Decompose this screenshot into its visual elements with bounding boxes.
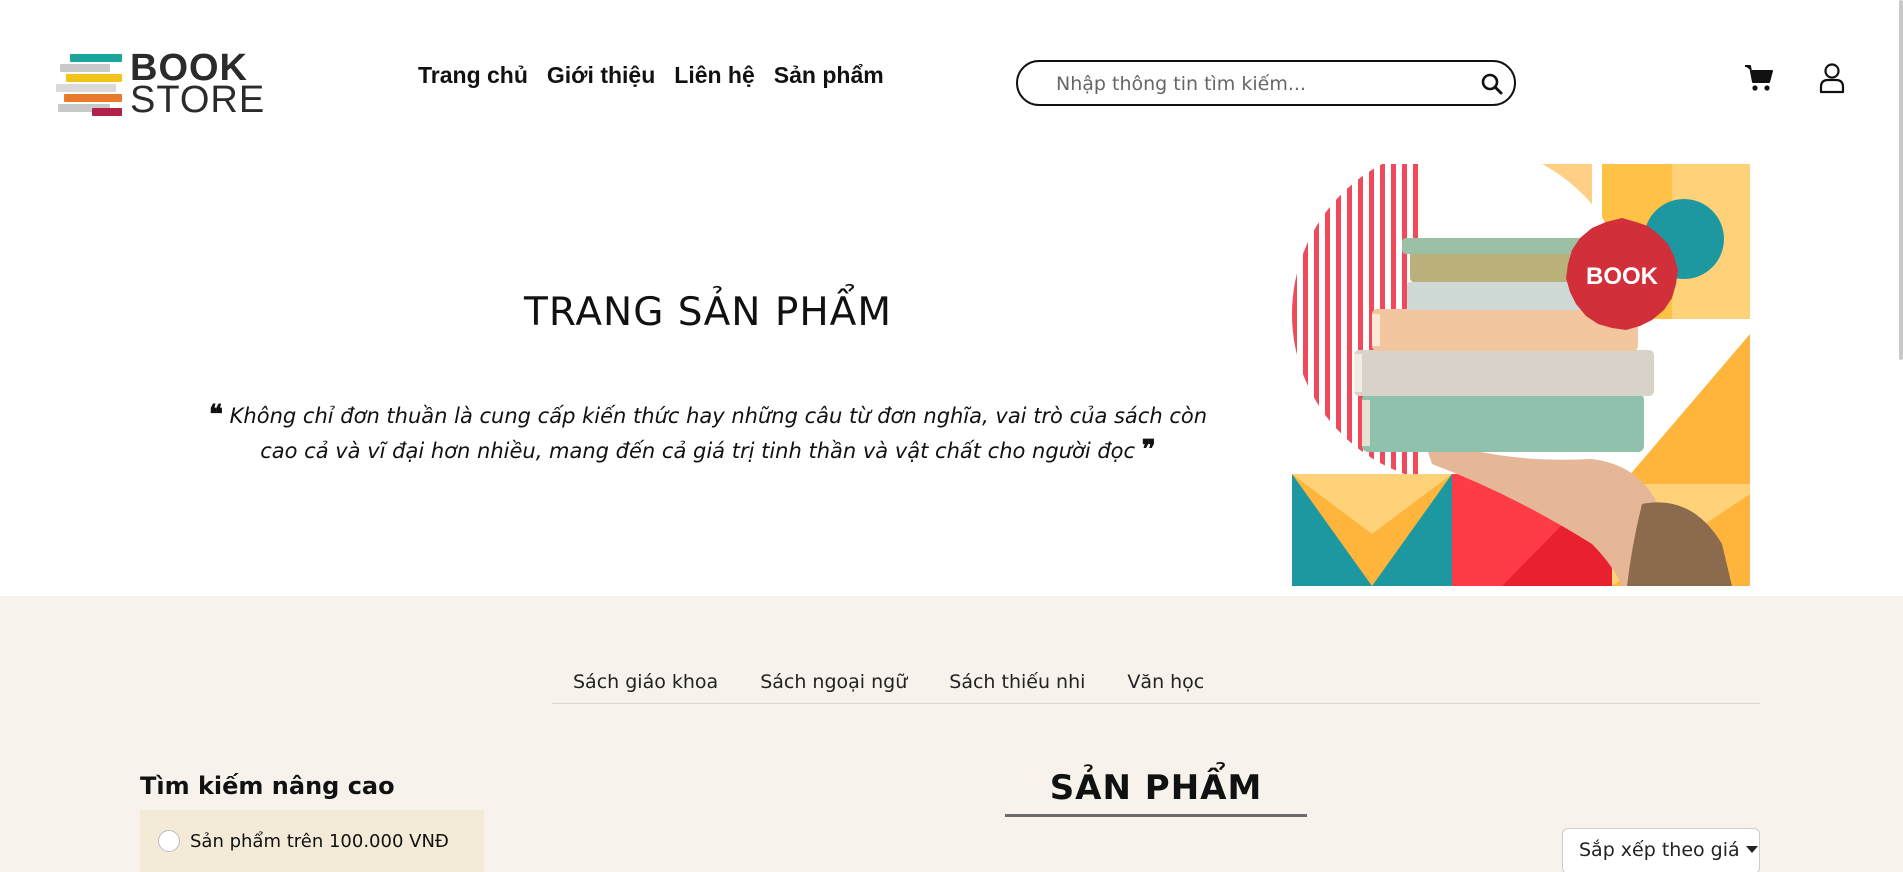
cart-icon[interactable]	[1744, 64, 1774, 92]
filter-option[interactable]: Sản phẩm trên 100.000 VNĐ	[158, 830, 449, 852]
nav-about[interactable]: Giới thiệu	[547, 62, 655, 89]
category-tabs: Sách giáo khoa Sách ngoại ngữ Sách thiếu…	[552, 670, 1760, 704]
search-input[interactable]	[1056, 71, 1456, 97]
hero-quote: ❝ Không chỉ đơn thuần là cung cấp kiến t…	[200, 398, 1216, 468]
brand-name: BOOK STORE	[130, 49, 266, 121]
sort-label: Sắp xếp theo giá	[1579, 839, 1740, 861]
tab-foreign-languages[interactable]: Sách ngoại ngữ	[739, 670, 928, 703]
advanced-search-panel: Sản phẩm trên 100.000 VNĐ	[140, 810, 484, 872]
products-title: SẢN PHẨM	[1005, 768, 1307, 817]
nav-contact[interactable]: Liên hệ	[674, 62, 755, 89]
chevron-down-icon	[1745, 846, 1758, 853]
site-header: BOOK STORE Trang chủ Giới thiệu Liên hệ …	[0, 0, 1903, 160]
filter-option-label: Sản phẩm trên 100.000 VNĐ	[190, 830, 449, 852]
hero-books-image: BOOK	[1292, 164, 1750, 586]
advanced-search-title: Tìm kiếm nâng cao	[140, 772, 395, 800]
brand-line2: STORE	[130, 79, 266, 121]
catalog-section: Sách giáo khoa Sách ngoại ngữ Sách thiếu…	[0, 596, 1903, 872]
user-icon[interactable]	[1818, 62, 1846, 94]
tab-children[interactable]: Sách thiếu nhi	[928, 670, 1106, 703]
page-scrollbar[interactable]	[1899, 0, 1903, 360]
nav-products[interactable]: Sản phẩm	[774, 62, 884, 89]
search-icon[interactable]	[1480, 72, 1504, 96]
main-nav: Trang chủ Giới thiệu Liên hệ Sản phẩm	[418, 62, 884, 89]
tab-textbooks[interactable]: Sách giáo khoa	[552, 670, 739, 703]
brand-logo[interactable]: BOOK STORE	[56, 49, 264, 119]
search-bar	[1016, 60, 1516, 106]
hero-badge: BOOK	[1586, 263, 1659, 290]
page-title: TRANG SẢN PHẨM	[524, 290, 892, 335]
sort-dropdown[interactable]: Sắp xếp theo giá	[1562, 828, 1760, 872]
nav-home[interactable]: Trang chủ	[418, 62, 528, 89]
quote-close-icon: ❞	[1141, 435, 1156, 465]
quote-text: Không chỉ đơn thuần là cung cấp kiến thứ…	[229, 404, 1208, 463]
quote-open-icon: ❝	[208, 400, 223, 430]
tab-literature[interactable]: Văn học	[1106, 670, 1225, 703]
filter-radio[interactable]	[158, 830, 180, 852]
book-stack-icon	[56, 52, 126, 116]
